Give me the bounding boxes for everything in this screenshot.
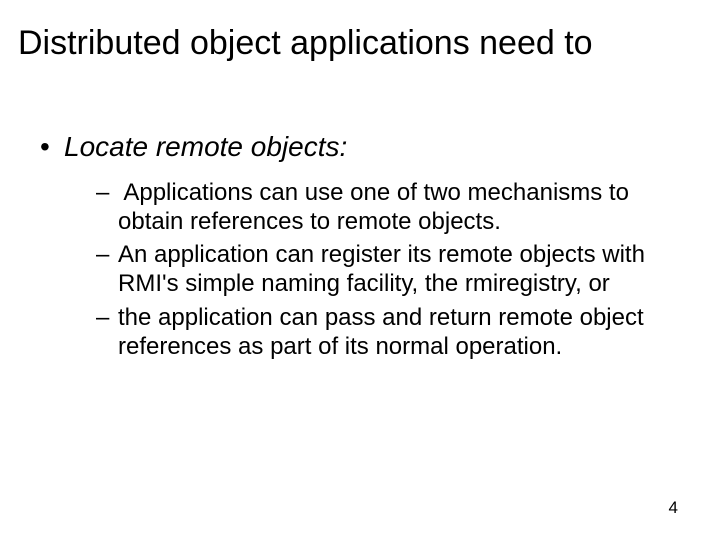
sub-bullet-text: the application can pass and return remo… [118, 304, 644, 360]
bullet-heading: Locate remote objects: [40, 130, 680, 164]
sub-bullet-list: – Applications can use one of two mechan… [96, 178, 680, 362]
sub-bullet-text: An application can register its remote o… [118, 241, 645, 297]
sub-bullet: –An application can register its remote … [96, 240, 680, 299]
page-number: 4 [669, 498, 678, 518]
sub-bullet-text: Applications can use one of two mechanis… [118, 179, 629, 235]
slide: Distributed object applications need to … [0, 0, 720, 540]
slide-title: Distributed object applications need to [18, 24, 702, 63]
slide-body: Locate remote objects: – Applications ca… [40, 120, 680, 365]
sub-bullet: –the application can pass and return rem… [96, 303, 680, 362]
sub-bullet: – Applications can use one of two mechan… [96, 178, 680, 237]
